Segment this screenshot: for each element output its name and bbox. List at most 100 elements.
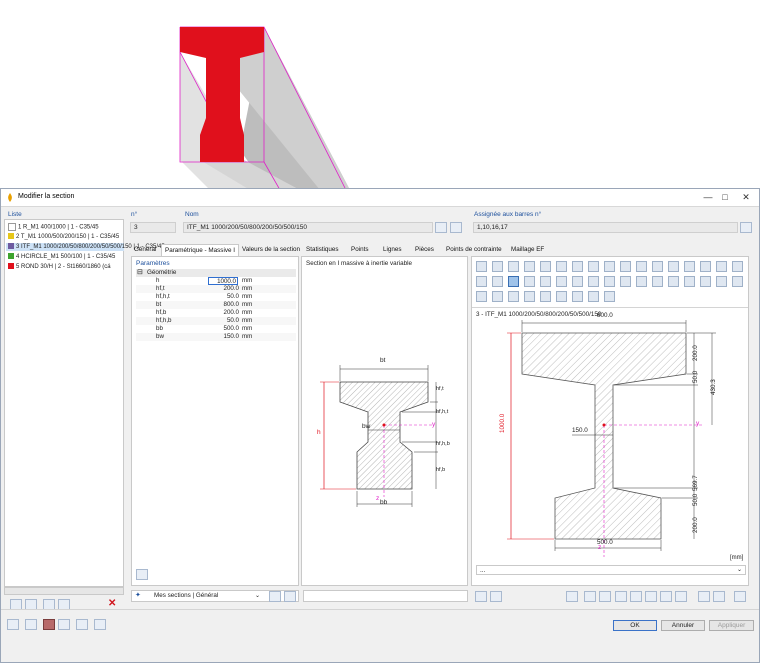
type-icon[interactable] — [716, 276, 727, 287]
type-icon[interactable] — [540, 261, 551, 272]
table-icon[interactable] — [675, 591, 687, 602]
type-icon[interactable] — [700, 261, 711, 272]
type-icon[interactable] — [572, 261, 583, 272]
type-icon[interactable] — [524, 276, 535, 287]
type-icon[interactable] — [652, 276, 663, 287]
type-icon[interactable] — [476, 276, 487, 287]
type-icon[interactable] — [700, 276, 711, 287]
edit-formula-icon[interactable] — [435, 222, 447, 233]
type-icon[interactable] — [508, 291, 519, 302]
collapse-icon[interactable]: ⊟ — [137, 269, 143, 277]
formula-icon[interactable] — [94, 619, 106, 630]
type-icon[interactable] — [732, 261, 743, 272]
type-icon[interactable] — [732, 276, 743, 287]
param-row[interactable]: bt 800.0 mm — [136, 301, 296, 309]
param-row[interactable]: h 1000.0 mm — [136, 277, 296, 285]
type-icon[interactable] — [492, 276, 503, 287]
dimension-icon[interactable] — [615, 591, 627, 602]
list-item[interactable]: 2 T_M1 1000/500/200/150 | 1 - C35/45 — [8, 233, 119, 241]
type-icon-selected[interactable] — [508, 276, 519, 287]
type-icon[interactable] — [588, 276, 599, 287]
type-icon[interactable] — [524, 291, 535, 302]
load-section-icon[interactable] — [284, 591, 296, 602]
print-icon[interactable] — [713, 591, 725, 602]
color-icon[interactable] — [43, 619, 55, 630]
tab-statistics[interactable]: Statistiques — [303, 244, 342, 256]
section-icon[interactable] — [76, 619, 88, 630]
apply-button[interactable]: Appliquer — [709, 620, 754, 631]
type-icon[interactable] — [572, 276, 583, 287]
pin-icon[interactable]: ✦ — [135, 591, 141, 601]
type-icon[interactable] — [572, 291, 583, 302]
param-row[interactable]: bb 500.0 mm — [136, 325, 296, 333]
type-icon[interactable] — [620, 276, 631, 287]
h-input[interactable]: 1000.0 — [208, 277, 238, 285]
info-icon[interactable] — [490, 591, 502, 602]
reset-icon[interactable] — [734, 591, 746, 602]
close-button[interactable]: ✕ — [739, 191, 753, 203]
display-icon[interactable] — [566, 591, 578, 602]
tab-lines[interactable]: Lignes — [380, 244, 405, 256]
type-icon[interactable] — [540, 291, 551, 302]
list-scrollbar[interactable] — [4, 587, 124, 595]
param-row[interactable]: bw 150.0 mm — [136, 333, 296, 341]
dimension-icon[interactable] — [630, 591, 642, 602]
type-icon[interactable] — [556, 291, 567, 302]
view-icon[interactable] — [475, 591, 487, 602]
tab-section-values[interactable]: Valeurs de la section — [239, 244, 303, 256]
library-icon[interactable] — [450, 222, 462, 233]
type-icon[interactable] — [636, 261, 647, 272]
frame-icon[interactable] — [584, 591, 596, 602]
dimension-icon[interactable] — [599, 591, 611, 602]
type-icon[interactable] — [620, 261, 631, 272]
type-icon[interactable] — [588, 261, 599, 272]
type-icon[interactable] — [636, 276, 647, 287]
type-icon[interactable] — [588, 291, 599, 302]
minimize-button[interactable]: — — [701, 191, 715, 203]
type-icon[interactable] — [540, 276, 551, 287]
param-row[interactable]: hf,h,t 50.0 mm — [136, 293, 296, 301]
type-icon[interactable] — [684, 276, 695, 287]
type-icon[interactable] — [668, 276, 679, 287]
units-icon[interactable] — [25, 619, 37, 630]
type-icon[interactable] — [476, 291, 487, 302]
ok-button[interactable]: OK — [613, 620, 657, 631]
type-icon[interactable] — [684, 261, 695, 272]
type-icon[interactable] — [556, 276, 567, 287]
type-icon[interactable] — [668, 261, 679, 272]
cancel-button[interactable]: Annuler — [661, 620, 705, 631]
type-icon[interactable] — [524, 261, 535, 272]
material-icon[interactable] — [58, 619, 70, 630]
type-icon[interactable] — [604, 276, 615, 287]
type-icon[interactable] — [604, 291, 615, 302]
tab-fe-mesh[interactable]: Maillage EF — [508, 244, 547, 256]
chevron-down-icon[interactable]: ⌄ — [737, 566, 742, 575]
type-icon[interactable] — [556, 261, 567, 272]
type-icon[interactable] — [508, 261, 519, 272]
list-item[interactable]: 4 HCIRCLE_M1 500/100 | 1 - C35/45 — [8, 253, 115, 261]
list-item-selected[interactable]: 3 ITF_M1 1000/200/50/800/200/50/500/150 … — [6, 243, 165, 251]
tab-points[interactable]: Points — [348, 244, 372, 256]
assigned-members-field[interactable]: 1,10,16,17 — [473, 222, 738, 233]
save-section-icon[interactable] — [269, 591, 281, 602]
type-icon[interactable] — [492, 261, 503, 272]
tab-general[interactable]: Général — [131, 244, 159, 256]
delete-icon[interactable]: ✕ — [108, 598, 116, 609]
tab-stress-points[interactable]: Points de contrainte — [443, 244, 505, 256]
param-row[interactable]: hf,h,b 50.0 mm — [136, 317, 296, 325]
tab-parts[interactable]: Pièces — [412, 244, 437, 256]
number-field[interactable]: 3 — [130, 222, 176, 233]
section-list[interactable]: 1 R_M1 400/1000 | 1 - C35/45 2 T_M1 1000… — [4, 219, 165, 587]
type-icon[interactable] — [716, 261, 727, 272]
geometry-group[interactable]: ⊟ Géométrie — [136, 269, 296, 277]
type-icon[interactable] — [604, 261, 615, 272]
param-row[interactable]: hf,t 200.0 mm — [136, 285, 296, 293]
type-icon[interactable] — [476, 261, 487, 272]
dimension-icon[interactable] — [645, 591, 657, 602]
select-members-icon[interactable] — [740, 222, 752, 233]
list-item[interactable]: 1 R_M1 400/1000 | 1 - C35/45 — [8, 223, 99, 231]
parameters-options-icon[interactable] — [136, 569, 148, 580]
preview-dropdown[interactable]: ... ⌄ — [476, 565, 746, 575]
param-row[interactable]: hf,b 200.0 mm — [136, 309, 296, 317]
name-field[interactable]: ITF_M1 1000/200/50/800/200/50/500/150 — [183, 222, 433, 233]
